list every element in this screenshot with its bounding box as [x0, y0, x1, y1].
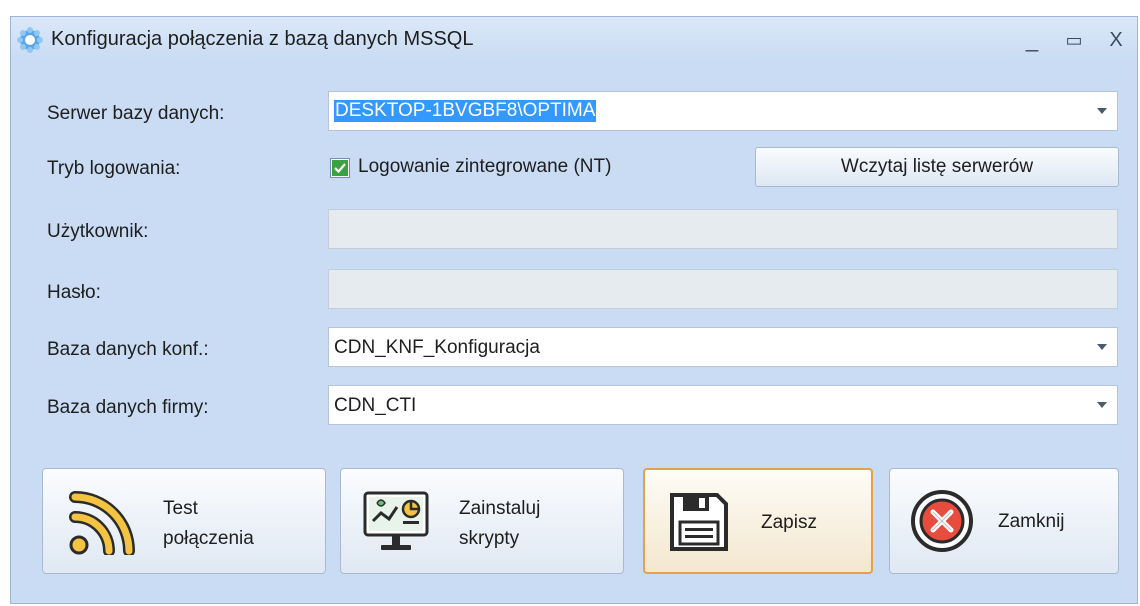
floppy-disk-icon	[670, 493, 728, 551]
company-db-dropdown-button[interactable]	[1088, 387, 1116, 423]
title-bar: Konfiguracja połączenia z bazą danych MS…	[11, 17, 1137, 63]
save-label: Zapisz	[761, 512, 817, 533]
config-db-label: Baza danych konf.:	[47, 339, 209, 360]
user-input[interactable]	[328, 209, 1118, 249]
server-dropdown-button[interactable]	[1088, 93, 1116, 129]
close-label: Zamknij	[998, 511, 1065, 532]
integrated-login-checkbox[interactable]	[330, 158, 350, 178]
test-connection-button[interactable]: Test połączenia	[42, 468, 326, 574]
test-label-line1: Test	[163, 498, 198, 519]
install-scripts-button[interactable]: Zainstaluj skrypty	[340, 468, 624, 574]
load-servers-button[interactable]: Wczytaj listę serwerów	[755, 147, 1119, 187]
save-button[interactable]: Zapisz	[643, 468, 873, 574]
chevron-down-icon	[1097, 402, 1107, 408]
config-db-dropdown-button[interactable]	[1088, 329, 1116, 365]
checkmark-icon	[332, 160, 348, 176]
monitor-chart-icon	[363, 491, 429, 550]
install-label-line1: Zainstaluj	[459, 498, 541, 519]
server-value: DESKTOP-1BVGBF8\OPTIMA	[334, 100, 597, 122]
minimize-button[interactable]: _	[1017, 25, 1047, 55]
company-db-combobox[interactable]: CDN_CTI	[328, 385, 1118, 425]
password-label: Hasło:	[47, 282, 101, 303]
company-db-label: Baza danych firmy:	[47, 397, 209, 418]
close-window-button[interactable]: X	[1101, 25, 1131, 55]
maximize-button[interactable]: ▭	[1059, 25, 1089, 55]
wifi-signal-icon	[69, 491, 135, 555]
close-circle-icon	[911, 490, 973, 552]
password-input[interactable]	[328, 269, 1118, 309]
install-label-line2: skrypty	[459, 528, 520, 549]
test-label-line2: połączenia	[163, 528, 254, 549]
app-gear-icon	[17, 27, 43, 53]
integrated-login-label[interactable]: Logowanie zintegrowane (NT)	[358, 156, 611, 178]
login-mode-label: Tryb logowania:	[47, 158, 181, 179]
close-button[interactable]: Zamknij	[889, 468, 1119, 574]
chevron-down-icon	[1097, 344, 1107, 350]
company-db-value: CDN_CTI	[334, 395, 417, 416]
config-db-value: CDN_KNF_Konfiguracja	[334, 337, 540, 358]
server-combobox[interactable]: DESKTOP-1BVGBF8\OPTIMA	[328, 91, 1118, 131]
server-label: Serwer bazy danych:	[47, 103, 225, 124]
window-title: Konfiguracja połączenia z bazą danych MS…	[51, 28, 474, 50]
config-db-combobox[interactable]: CDN_KNF_Konfiguracja	[328, 327, 1118, 367]
user-label: Użytkownik:	[47, 221, 149, 242]
chevron-down-icon	[1097, 108, 1107, 114]
config-window: Konfiguracja połączenia z bazą danych MS…	[10, 16, 1138, 604]
